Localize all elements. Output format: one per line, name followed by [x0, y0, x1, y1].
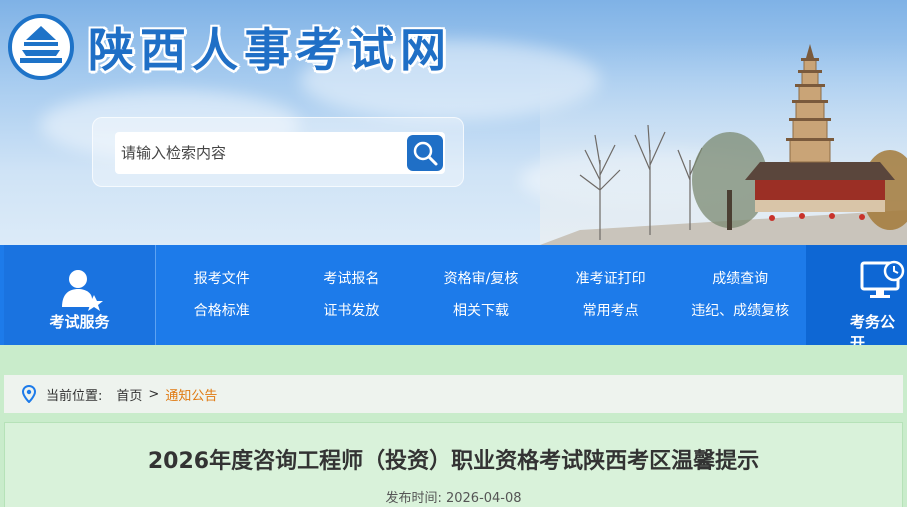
exam-affairs-public-label: 考务公开 — [850, 313, 896, 345]
main-nav: 考试服务 报考文件 考试报名 资格审/复核 准考证打印 成绩查询 合格标准 证书… — [0, 245, 907, 345]
breadcrumb-prefix: 当前位置: — [46, 388, 103, 404]
breadcrumb-separator: > — [148, 386, 160, 402]
nav-link-score-query[interactable]: 成绩查询 — [675, 263, 805, 295]
article-panel: 2026年度咨询工程师（投资）职业资格考试陕西考区温馨提示 发布时间: 2026… — [4, 422, 903, 507]
exam-service-button[interactable]: 考试服务 — [4, 245, 156, 345]
article-title: 2026年度咨询工程师（投资）职业资格考试陕西考区温馨提示 — [147, 449, 760, 474]
search-box — [115, 132, 445, 174]
search-panel — [92, 117, 464, 187]
nav-link-certificate-issuance[interactable]: 证书发放 — [287, 295, 417, 327]
nav-link-qualification-review[interactable]: 资格审/复核 — [416, 263, 546, 295]
publish-date-value: 2026-04-08 — [445, 491, 522, 506]
site-logo[interactable] — [8, 14, 74, 80]
breadcrumb: 当前位置: 首页 > 通知公告 — [4, 375, 903, 413]
site-title: 陕西人事考试网 — [88, 23, 452, 77]
user-star-icon — [62, 270, 103, 311]
article-publish-date: 发布时间: 2026-04-08 — [5, 487, 902, 506]
nav-link-exam-documents[interactable]: 报考文件 — [157, 263, 287, 295]
nav-links: 报考文件 考试报名 资格审/复核 准考证打印 成绩查询 合格标准 证书发放 相关… — [157, 263, 805, 327]
header-banner: 陕西人事考试网 — [0, 0, 907, 245]
location-pin-icon — [22, 385, 36, 403]
search-input[interactable] — [121, 138, 401, 168]
search-button[interactable] — [407, 135, 443, 171]
breadcrumb-current[interactable]: 通知公告 — [165, 385, 217, 404]
nav-link-passing-standard[interactable]: 合格标准 — [157, 295, 287, 327]
pagoda-scenery-illustration — [540, 40, 907, 245]
nav-link-violation-score-review[interactable]: 违纪、成绩复核 — [675, 295, 805, 327]
monitor-clock-icon — [860, 260, 905, 298]
nav-link-admission-ticket-print[interactable]: 准考证打印 — [546, 263, 676, 295]
publish-date-label: 发布时间: — [385, 491, 442, 506]
nav-link-exam-registration[interactable]: 考试报名 — [287, 263, 417, 295]
breadcrumb-home[interactable]: 首页 — [116, 385, 142, 404]
nav-link-exam-sites[interactable]: 常用考点 — [546, 295, 676, 327]
exam-affairs-public-button[interactable]: 考务公开 — [806, 245, 907, 345]
search-icon — [413, 141, 438, 166]
exam-service-label: 考试服务 — [49, 313, 110, 331]
pagoda-logo-icon — [20, 26, 62, 63]
nav-link-downloads[interactable]: 相关下载 — [416, 295, 546, 327]
